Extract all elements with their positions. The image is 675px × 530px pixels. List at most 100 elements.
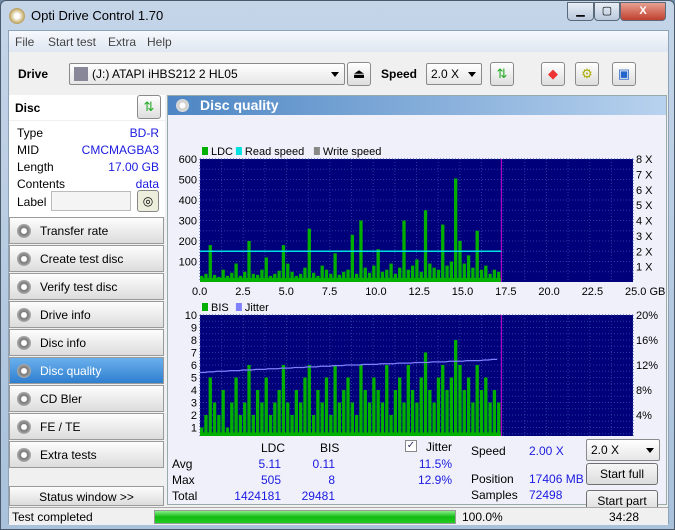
x-tick-label: 10.0: [365, 286, 386, 298]
y2-tick-label: 16%: [636, 335, 658, 347]
refresh-icon[interactable]: ⇅: [490, 62, 514, 86]
panel-title: Disc quality: [168, 96, 666, 115]
bis-bar: [307, 365, 311, 436]
status-window-button[interactable]: Status window >>: [9, 486, 164, 506]
minimize-button[interactable]: ▁: [567, 2, 594, 21]
bis-bar: [479, 390, 484, 436]
test-speed-select[interactable]: 2.0 X: [586, 439, 660, 461]
nav-disc-info[interactable]: Disc info: [9, 329, 164, 356]
label-input[interactable]: [51, 191, 131, 211]
maximize-button[interactable]: ▢: [594, 2, 620, 21]
nav-cd-bler[interactable]: CD Bler: [9, 385, 164, 412]
bis-bar: [458, 365, 462, 436]
menu-extra[interactable]: Extra: [108, 35, 136, 49]
bis-bar: [294, 390, 299, 436]
nav-transfer-rate[interactable]: Transfer rate: [9, 217, 164, 244]
disc-field-label: Type: [17, 126, 44, 140]
disc-refresh-icon[interactable]: ⇅: [137, 95, 161, 119]
eject-button[interactable]: ⏏: [347, 62, 371, 86]
menu-start-test[interactable]: Start test: [48, 35, 96, 49]
position-label: Position: [471, 472, 514, 486]
y2-tick-label: 8 X: [636, 154, 653, 166]
bis-bar: [402, 402, 406, 436]
legend-swatch: [313, 147, 320, 155]
bis-bar: [359, 365, 363, 436]
disc-icon: [17, 308, 31, 322]
legend-label: BIS: [211, 302, 229, 314]
ldc-bar: [247, 241, 251, 282]
ldc-bar: [423, 210, 428, 282]
bis-bar: [385, 365, 389, 436]
y2-tick-label: 2 X: [636, 246, 653, 258]
save-icon[interactable]: ▣: [612, 62, 636, 86]
bis-bar: [475, 365, 479, 436]
y-tick-label: 3: [191, 398, 197, 410]
bis-bar: [320, 402, 324, 436]
charts: 0.0 2.5 5.0 7.5 10.0 12.5 15.0 17.5 20.0 22.5 25.0…: [179, 146, 665, 436]
y2-tick-label: 1 X: [636, 262, 653, 274]
bis-bar: [273, 402, 277, 436]
eraser-icon[interactable]: ◆: [541, 62, 565, 86]
y-tick-label: 300: [179, 216, 197, 228]
label-disc-button[interactable]: ◎: [137, 190, 159, 212]
nav-verify-test-disc[interactable]: Verify test disc: [9, 273, 164, 300]
nav-fe-te[interactable]: FE / TE: [9, 413, 164, 440]
y-tick-label: 6: [191, 360, 197, 372]
close-button[interactable]: X: [620, 2, 666, 21]
x-tick-label: 25.0 GB: [625, 286, 665, 298]
speed-value: 2.0 X: [431, 67, 460, 81]
bis-bar: [380, 402, 385, 436]
speed-value: 2.00 X: [529, 444, 564, 458]
x-tick-label: 2.5: [235, 286, 250, 298]
settings-icon[interactable]: ⚙: [575, 62, 599, 86]
samples-value: 72498: [529, 488, 563, 502]
bis-bar: [316, 390, 320, 436]
bis-bar: [363, 390, 367, 436]
test-speed-value: 2.0 X: [591, 443, 620, 457]
nav-extra-tests[interactable]: Extra tests: [9, 441, 164, 468]
start-full-button[interactable]: Start full: [586, 463, 658, 485]
bis-bar: [376, 390, 380, 436]
jitter-checkbox[interactable]: ✓: [405, 440, 417, 452]
left-panel: Disc ⇅ Type BD-R MID CMCMAGBA3 Length 17.00 G…: [9, 95, 165, 525]
nav-create-test-disc[interactable]: Create test disc: [9, 245, 164, 272]
bis-bar: [372, 377, 376, 436]
status-bar: Test completed 100.0% 34:28: [9, 507, 668, 525]
bis-bar: [484, 377, 488, 436]
disc-icon: [17, 392, 31, 406]
progress-text: 100.0%: [462, 510, 503, 524]
drive-select[interactable]: (J:) ATAPI iHBS212 2 HL05: [69, 63, 345, 85]
bis-header: BIS: [320, 441, 340, 455]
x-tick-label: 15.0: [452, 286, 473, 298]
bis-bar: [247, 365, 251, 436]
bis-bar: [255, 390, 260, 436]
ldc-bar: [441, 224, 445, 282]
legend-label: Write speed: [323, 146, 382, 158]
disc-icon: [17, 224, 31, 238]
nav-disc-quality[interactable]: Disc quality: [9, 357, 164, 384]
y-tick-label: 10: [185, 310, 197, 322]
speed-label: Speed: [381, 67, 418, 81]
y-tick-label: 200: [179, 236, 197, 248]
y-tick-label: 8: [191, 335, 197, 347]
y2-tick-label: 5 X: [636, 200, 653, 212]
legend-swatch: [202, 147, 208, 155]
ldc-value: 505: [260, 473, 281, 487]
nav-label: CD Bler: [40, 392, 83, 406]
legend-swatch: [235, 303, 242, 311]
menu-file[interactable]: File: [15, 35, 34, 49]
menu-help[interactable]: Help: [147, 35, 172, 49]
bis-bar: [350, 402, 354, 436]
bis-bar: [333, 365, 337, 436]
bis-bar: [441, 365, 445, 436]
disc-icon: [17, 448, 31, 462]
x-tick-label: 17.5: [495, 286, 516, 298]
bis-bar: [208, 377, 212, 436]
ldc-bar: [376, 249, 380, 282]
speed-select[interactable]: 2.0 X: [426, 63, 482, 85]
ldc-value: 5.11: [258, 457, 281, 471]
samples-label: Samples: [471, 488, 518, 502]
nav-drive-info[interactable]: Drive info: [9, 301, 164, 328]
bis-bar: [260, 402, 264, 436]
bis-bar: [428, 390, 432, 436]
